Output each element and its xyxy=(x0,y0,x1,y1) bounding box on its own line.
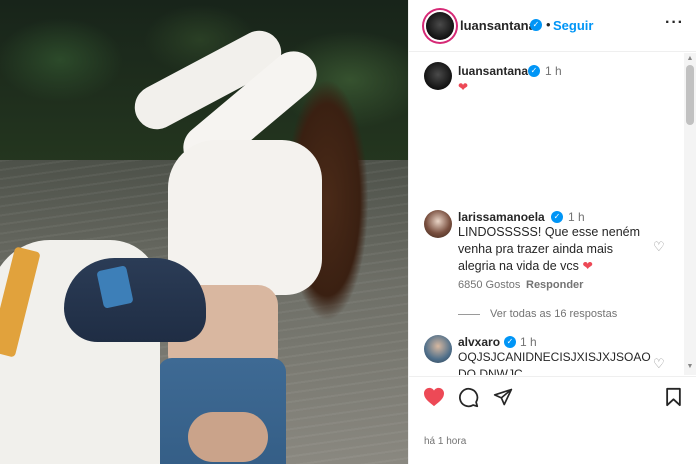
header-separator: • xyxy=(546,17,551,32)
comment-icon[interactable] xyxy=(458,387,479,408)
caption-author-username[interactable]: luansantana xyxy=(458,64,528,78)
comment-username[interactable]: alvxaro xyxy=(458,335,500,349)
comment-text: LINDOSSSSS! Que esse neném venha pra tra… xyxy=(458,224,644,275)
scroll-up-icon[interactable]: ▲ xyxy=(686,55,694,63)
photo-cap xyxy=(64,258,206,342)
photo-hand xyxy=(188,412,268,462)
view-replies-label: Ver todas as 16 respostas xyxy=(490,308,618,320)
comment-like-icon[interactable]: ♡ xyxy=(653,239,665,255)
reply-button[interactable]: Responder xyxy=(526,279,583,291)
author-username[interactable]: luansantana xyxy=(460,18,536,33)
post-header: luansantana ✓ • Seguir ··· xyxy=(409,0,696,52)
comment-body: LINDOSSSSS! Que esse neném venha pra tra… xyxy=(458,225,641,273)
author-avatar[interactable] xyxy=(426,12,454,40)
comments-scrollbar[interactable]: ▲ ▼ xyxy=(684,53,696,375)
scroll-down-icon[interactable]: ▼ xyxy=(686,363,694,371)
post-photo[interactable] xyxy=(0,0,408,464)
comment-likes-count[interactable]: 6850 Gostos xyxy=(458,279,520,291)
comment-like-icon[interactable]: ♡ xyxy=(653,356,665,372)
save-bookmark-icon[interactable] xyxy=(665,387,682,407)
comment-avatar[interactable] xyxy=(424,335,452,363)
post-action-bar xyxy=(409,376,696,420)
post-time-ago: há 1 hora xyxy=(424,436,467,447)
comment-time: 1 h xyxy=(568,210,585,224)
caption-time: 1 h xyxy=(545,64,562,78)
verified-badge-icon: ✓ xyxy=(504,336,516,348)
comments-list[interactable]: luansantana ✓ 1 h ❤ larissamanoela ✓ 1 h… xyxy=(409,53,696,375)
comment-username[interactable]: larissamanoela xyxy=(458,210,545,224)
like-heart-filled-icon[interactable] xyxy=(423,387,445,407)
verified-badge-icon: ✓ xyxy=(551,211,563,223)
follow-button[interactable]: Seguir xyxy=(553,18,593,33)
more-options-icon[interactable]: ··· xyxy=(665,14,684,32)
comment-text: OQJSJCANIDNECISJXISJXJSOAODO DNWJC xyxy=(458,350,651,375)
share-icon[interactable] xyxy=(493,387,513,407)
comment-avatar[interactable] xyxy=(424,210,452,238)
scroll-thumb[interactable] xyxy=(686,65,694,125)
comment-heart-emoji: ❤ xyxy=(582,259,593,273)
verified-badge-icon: ✓ xyxy=(528,65,540,77)
caption-author-avatar[interactable] xyxy=(424,62,452,90)
replies-divider xyxy=(458,313,480,315)
verified-badge-icon: ✓ xyxy=(530,19,542,31)
post-side-panel: luansantana ✓ • Seguir ··· luansantana ✓… xyxy=(408,0,696,464)
comment-time: 1 h xyxy=(520,335,537,349)
view-replies-link[interactable]: Ver todas as 16 respostas xyxy=(458,308,617,320)
caption-heart-emoji: ❤ xyxy=(458,80,469,94)
